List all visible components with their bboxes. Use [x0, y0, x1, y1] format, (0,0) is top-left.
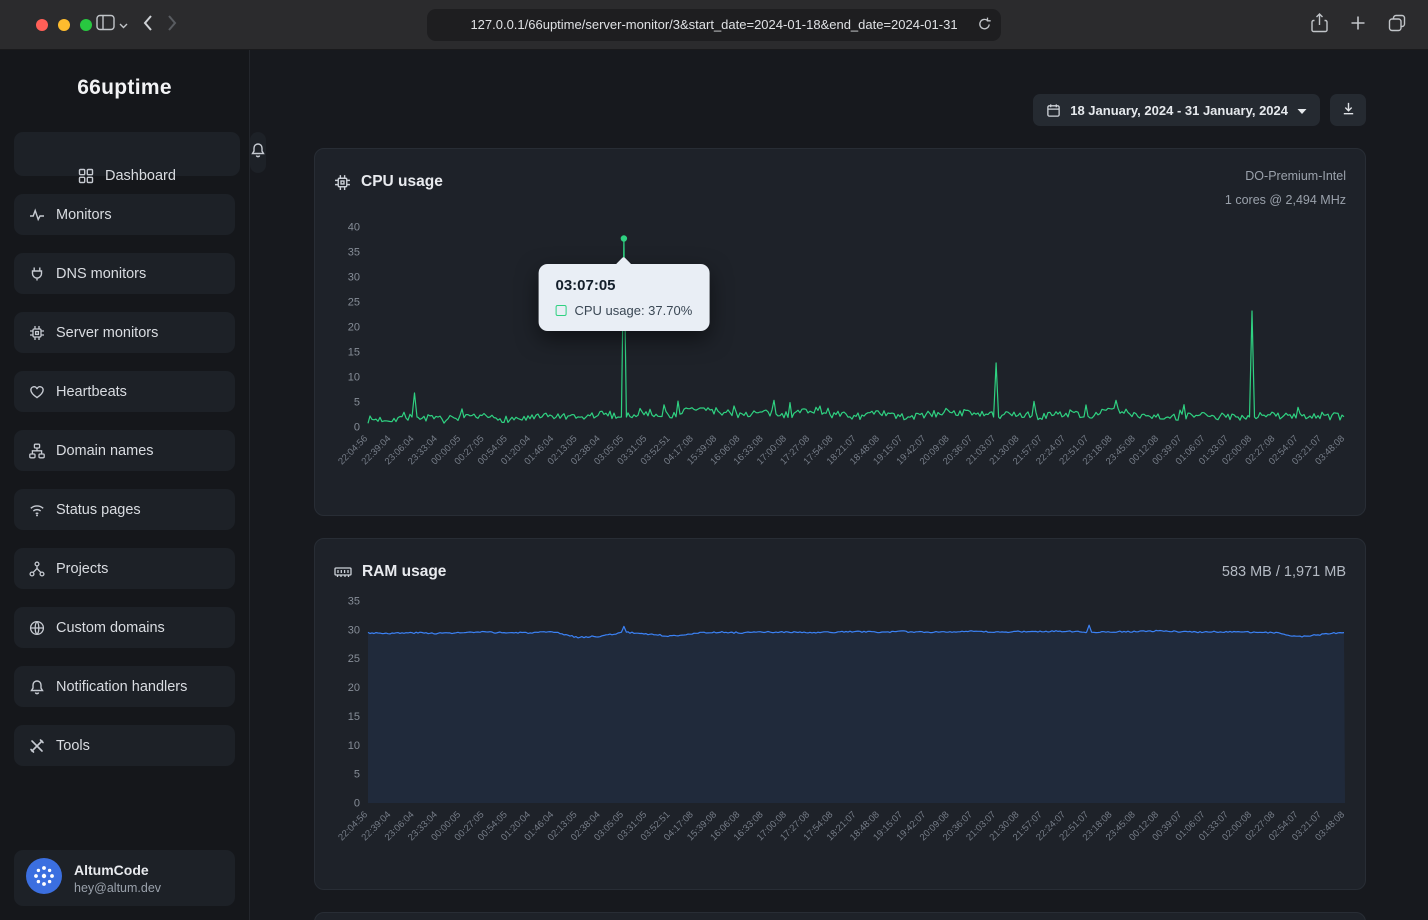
sidebar-item-label: Custom domains — [56, 620, 165, 636]
sidebar-item-label: Dashboard — [105, 168, 176, 184]
main-content: 18 January, 2024 - 31 January, 2024 — [250, 50, 1428, 920]
svg-text:20: 20 — [348, 682, 360, 694]
sidebar-item-label: Monitors — [56, 207, 112, 223]
bell-icon — [250, 142, 266, 163]
globe-icon — [29, 620, 45, 636]
export-button[interactable] — [1330, 94, 1366, 126]
svg-text:15: 15 — [348, 711, 360, 723]
sidebar-item-label: Status pages — [56, 502, 141, 518]
svg-text:10: 10 — [348, 371, 360, 383]
notifications-button[interactable] — [250, 132, 266, 173]
date-range-picker[interactable]: 18 January, 2024 - 31 January, 2024 — [1033, 94, 1320, 126]
back-button[interactable] — [142, 13, 153, 37]
account-email: hey@altum.dev — [74, 881, 161, 895]
traffic-lights — [36, 19, 92, 31]
svg-text:35: 35 — [348, 596, 360, 608]
cpu-usage-card: CPU usage DO-Premium-Intel 1 cores @ 2,4… — [314, 148, 1366, 516]
sidebar-item-heartbeats[interactable]: Heartbeats — [14, 371, 235, 412]
svg-text:40: 40 — [348, 221, 360, 233]
sidebar: 66uptime Dashboard — [0, 50, 250, 920]
card-title: CPU usage — [361, 173, 443, 191]
date-range-label: 18 January, 2024 - 31 January, 2024 — [1070, 103, 1288, 118]
ram-amount: 583 MB / 1,971 MB — [1222, 564, 1346, 580]
server-plan: DO-Premium-Intel — [1225, 165, 1346, 189]
svg-text:35: 35 — [348, 246, 360, 258]
sidebar-item-label: Heartbeats — [56, 384, 127, 400]
network-icon — [29, 561, 45, 577]
new-tab-icon[interactable] — [1350, 15, 1366, 36]
svg-text:25: 25 — [348, 653, 360, 665]
cpu-series-swatch — [555, 305, 566, 316]
sidebar-item-label: Projects — [56, 561, 108, 577]
ram-usage-chart[interactable]: 0510152025303522:04:5622:39:0423:06:0423… — [334, 589, 1346, 883]
close-window-button[interactable] — [36, 19, 48, 31]
caret-down-icon — [1297, 103, 1307, 118]
zoom-window-button[interactable] — [80, 19, 92, 31]
calendar-icon — [1046, 103, 1061, 118]
svg-text:0: 0 — [354, 421, 360, 433]
svg-text:15: 15 — [348, 346, 360, 358]
reload-icon[interactable] — [977, 16, 992, 35]
sidebar-item-status-pages[interactable]: Status pages — [14, 489, 235, 530]
address-bar[interactable]: 127.0.0.1/66uptime/server-monitor/3&star… — [427, 9, 1001, 41]
minimize-window-button[interactable] — [58, 19, 70, 31]
wifi-icon — [29, 502, 45, 518]
plug-icon — [29, 266, 45, 282]
cpu-usage-chart[interactable]: 051015202530354022:04:5622:39:0423:06:04… — [334, 213, 1346, 507]
sidebar-item-domain-names[interactable]: Domain names — [14, 430, 235, 471]
sidebar-item-tools[interactable]: Tools — [14, 725, 235, 766]
svg-text:20: 20 — [348, 321, 360, 333]
dashboard-grid-icon — [78, 168, 94, 184]
sidebar-item-label: DNS monitors — [56, 266, 146, 282]
cpu-chip-icon — [29, 325, 45, 341]
tools-icon — [29, 738, 45, 754]
server-cores: 1 cores @ 2,494 MHz — [1225, 189, 1346, 213]
account-name: AltumCode — [74, 862, 161, 878]
url-text: 127.0.0.1/66uptime/server-monitor/3&star… — [470, 17, 957, 32]
sidebar-item-dashboard[interactable]: Dashboard — [14, 132, 240, 176]
sidebar-toggle-button[interactable] — [96, 14, 128, 36]
sidebar-item-label: Domain names — [56, 443, 154, 459]
sidebar-item-label: Server monitors — [56, 325, 158, 341]
sidebar-panel-icon — [96, 14, 115, 36]
next-card-partial — [314, 912, 1366, 920]
sitemap-icon — [29, 443, 45, 459]
svg-text:5: 5 — [354, 396, 360, 408]
card-title: RAM usage — [362, 563, 446, 581]
app-logo[interactable]: 66uptime — [14, 76, 235, 100]
tooltip-value: CPU usage: 37.70% — [574, 303, 692, 318]
tab-overview-icon[interactable] — [1388, 14, 1406, 37]
download-icon — [1341, 101, 1356, 119]
tooltip-time: 03:07:05 — [555, 277, 692, 294]
sidebar-item-notification-handlers[interactable]: Notification handlers — [14, 666, 235, 707]
sidebar-item-dns-monitors[interactable]: DNS monitors — [14, 253, 235, 294]
sidebar-item-monitors[interactable]: Monitors — [14, 194, 235, 235]
browser-chrome: 127.0.0.1/66uptime/server-monitor/3&star… — [0, 0, 1428, 50]
sidebar-item-custom-domains[interactable]: Custom domains — [14, 607, 235, 648]
bell-icon — [29, 679, 45, 695]
ram-usage-card: RAM usage 583 MB / 1,971 MB 0 5 10 15 20 25 30… — [314, 538, 1366, 890]
share-icon[interactable] — [1311, 13, 1328, 38]
heart-icon — [29, 384, 45, 400]
svg-text:5: 5 — [354, 769, 360, 781]
forward-button[interactable] — [167, 13, 178, 37]
ram-stick-icon — [334, 564, 352, 580]
sidebar-item-label: Notification handlers — [56, 679, 187, 695]
sidebar-item-server-monitors[interactable]: Server monitors — [14, 312, 235, 353]
svg-text:0: 0 — [354, 798, 360, 810]
sidebar-item-label: Tools — [56, 738, 90, 754]
chart-tooltip: 03:07:05 CPU usage: 37.70% — [538, 264, 709, 331]
svg-text:10: 10 — [348, 740, 360, 752]
svg-text:30: 30 — [348, 624, 360, 636]
sidebar-item-projects[interactable]: Projects — [14, 548, 235, 589]
cpu-chip-icon — [334, 174, 351, 191]
svg-text:25: 25 — [348, 296, 360, 308]
chevron-down-icon — [119, 16, 128, 34]
activity-icon — [29, 207, 45, 223]
altumcode-avatar — [25, 857, 63, 900]
account-card[interactable]: AltumCode hey@altum.dev — [14, 850, 235, 906]
svg-text:30: 30 — [348, 271, 360, 283]
